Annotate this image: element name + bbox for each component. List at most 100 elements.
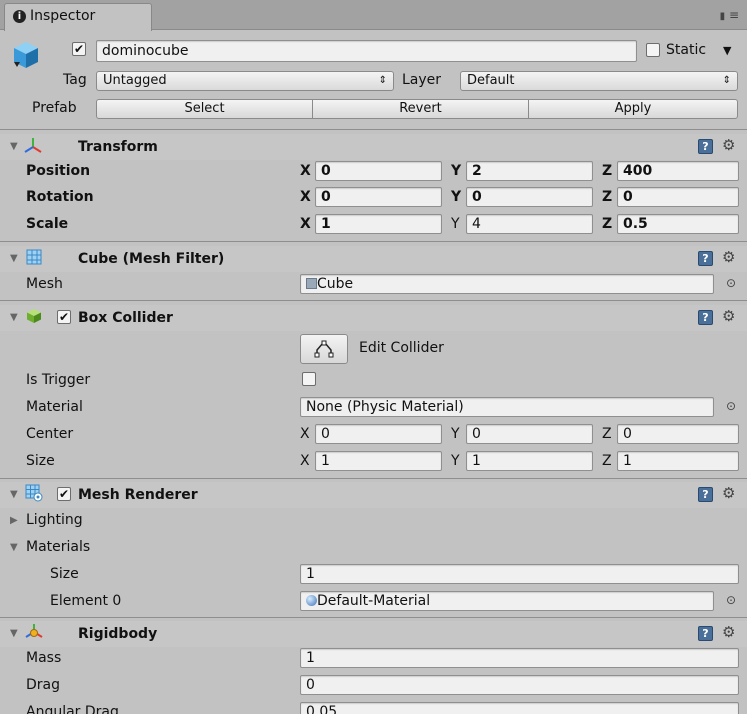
scale-x-field[interactable]: 1 <box>315 214 442 234</box>
element0-value: Default-Material <box>317 593 431 609</box>
layer-label: Layer <box>402 72 442 88</box>
center-label: Center <box>26 426 74 442</box>
dropdown-arrow-icon: ⇕ <box>722 75 731 86</box>
foldout-arrow-icon[interactable]: ▼ <box>10 141 18 152</box>
gear-icon[interactable]: ⚙ <box>722 136 735 154</box>
axis-z-label[interactable]: Z <box>602 189 612 205</box>
rotation-y-field[interactable]: 0 <box>466 187 593 207</box>
axis-y-label[interactable]: Y <box>451 426 460 442</box>
angular-drag-label: Angular Drag <box>26 704 119 714</box>
material-sphere-icon <box>306 595 317 606</box>
check-icon: ✔ <box>73 42 85 56</box>
static-checkbox[interactable] <box>646 43 660 57</box>
mass-field[interactable]: 1 <box>300 648 739 668</box>
mesh-renderer-title: Mesh Renderer <box>78 487 198 503</box>
layer-dropdown[interactable]: Default ⇕ <box>460 71 738 91</box>
axis-x-label[interactable]: X <box>300 163 311 179</box>
menu-icon[interactable]: ≡ <box>729 8 739 22</box>
materials-size-field[interactable]: 1 <box>300 564 739 584</box>
materials-label[interactable]: Materials <box>26 539 90 555</box>
drag-field[interactable]: 0 <box>300 675 739 695</box>
size-x-field[interactable]: 1 <box>315 451 442 471</box>
layer-value: Default <box>467 73 515 88</box>
position-y-field[interactable]: 2 <box>466 161 593 181</box>
axis-x-label[interactable]: X <box>300 426 310 442</box>
object-name-field[interactable]: dominocube <box>96 40 637 62</box>
rotation-x-field[interactable]: 0 <box>315 187 442 207</box>
foldout-arrow-icon[interactable]: ▼ <box>10 489 18 500</box>
foldout-arrow-icon[interactable]: ▼ <box>10 628 18 639</box>
gameobject-icon <box>12 40 40 70</box>
center-x-field[interactable]: 0 <box>315 424 442 444</box>
scale-z-field[interactable]: 0.5 <box>617 214 739 234</box>
axis-z-label[interactable]: Z <box>602 453 612 469</box>
material-object-field[interactable]: None (Physic Material) <box>300 397 714 417</box>
materials-foldout-icon[interactable]: ▼ <box>10 542 18 553</box>
lighting-foldout-icon[interactable]: ▶ <box>10 515 18 526</box>
axis-y-label[interactable]: Y <box>451 216 460 232</box>
axis-z-label[interactable]: Z <box>602 426 612 442</box>
axis-x-label[interactable]: X <box>300 189 311 205</box>
lighting-label[interactable]: Lighting <box>26 512 83 528</box>
foldout-arrow-icon[interactable]: ▼ <box>10 253 18 264</box>
axis-x-label[interactable]: X <box>300 453 310 469</box>
prefab-label: Prefab <box>32 100 77 116</box>
edit-collider-button[interactable] <box>300 334 348 364</box>
axis-y-label[interactable]: Y <box>451 163 461 179</box>
foldout-arrow-icon[interactable]: ▼ <box>10 312 18 323</box>
axis-z-label[interactable]: Z <box>602 163 612 179</box>
gear-icon[interactable]: ⚙ <box>722 307 735 325</box>
object-picker-icon[interactable]: ⊙ <box>726 593 736 607</box>
material-label: Material <box>26 399 83 415</box>
center-z-field[interactable]: 0 <box>617 424 739 444</box>
element0-label: Element 0 <box>50 593 122 609</box>
tab-inspector[interactable]: i Inspector <box>4 3 152 31</box>
divider <box>0 241 747 242</box>
position-z-field[interactable]: 400 <box>617 161 739 181</box>
rigidbody-icon <box>25 623 43 645</box>
object-picker-icon[interactable]: ⊙ <box>726 399 736 413</box>
position-x-field[interactable]: 0 <box>315 161 442 181</box>
lock-icon[interactable]: ▮ <box>720 11 726 22</box>
mesh-object-field[interactable]: Cube <box>300 274 714 294</box>
size-y-field[interactable]: 1 <box>466 451 593 471</box>
gear-icon[interactable]: ⚙ <box>722 484 735 502</box>
object-picker-icon[interactable]: ⊙ <box>726 276 736 290</box>
help-icon[interactable]: ? <box>698 139 713 154</box>
prefab-apply-button[interactable]: Apply <box>528 99 738 119</box>
box-collider-icon <box>26 308 42 328</box>
element0-object-field[interactable]: Default-Material <box>300 591 714 611</box>
static-label: Static <box>666 42 707 58</box>
mesh-renderer-icon <box>25 484 43 506</box>
axis-x-label[interactable]: X <box>300 216 311 232</box>
static-dropdown-icon[interactable]: ▼ <box>723 44 731 57</box>
gear-icon[interactable]: ⚙ <box>722 623 735 641</box>
tag-label: Tag <box>63 72 87 88</box>
edit-collider-icon <box>314 340 334 358</box>
tag-dropdown[interactable]: Untagged ⇕ <box>96 71 394 91</box>
help-icon[interactable]: ? <box>698 626 713 641</box>
prefab-revert-button[interactable]: Revert <box>312 99 529 119</box>
gear-icon[interactable]: ⚙ <box>722 248 735 266</box>
scale-y-field[interactable]: 4 <box>466 214 593 234</box>
axis-z-label[interactable]: Z <box>602 216 612 232</box>
tab-menu-controls[interactable]: ▮ ≡ <box>720 8 739 22</box>
help-icon[interactable]: ? <box>698 487 713 502</box>
is-trigger-label: Is Trigger <box>26 372 91 388</box>
mesh-renderer-enabled-checkbox[interactable]: ✔ <box>57 487 71 501</box>
axis-y-label[interactable]: Y <box>451 453 460 469</box>
help-icon[interactable]: ? <box>698 310 713 325</box>
rotation-z-field[interactable]: 0 <box>617 187 739 207</box>
scale-label: Scale <box>26 216 69 232</box>
prefab-select-button[interactable]: Select <box>96 99 313 119</box>
help-icon[interactable]: ? <box>698 251 713 266</box>
divider <box>0 129 747 130</box>
axis-y-label[interactable]: Y <box>451 189 461 205</box>
is-trigger-checkbox[interactable] <box>302 372 316 386</box>
active-checkbox[interactable]: ✔ <box>72 42 86 56</box>
size-z-field[interactable]: 1 <box>617 451 739 471</box>
mass-label: Mass <box>26 650 62 666</box>
center-y-field[interactable]: 0 <box>466 424 593 444</box>
box-collider-enabled-checkbox[interactable]: ✔ <box>57 310 71 324</box>
angular-drag-field[interactable]: 0.05 <box>300 702 739 714</box>
